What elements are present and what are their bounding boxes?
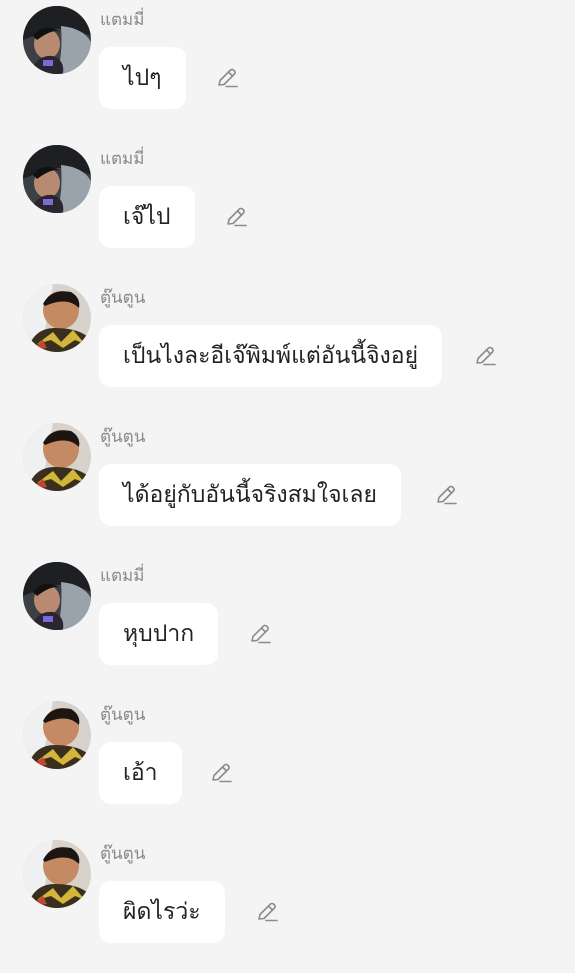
- sender-name: ตู๊นตูน: [100, 427, 146, 447]
- avatar[interactable]: [23, 701, 91, 769]
- message-bubble[interactable]: เอ้า: [99, 742, 182, 804]
- avatar-photo: [23, 284, 91, 352]
- pencil-edit-icon: [212, 763, 232, 783]
- message-row: แตมมี่ หุบปาก: [0, 556, 575, 695]
- message-bubble[interactable]: หุบปาก: [99, 603, 219, 665]
- edit-button[interactable]: [431, 480, 461, 510]
- avatar[interactable]: [23, 840, 91, 908]
- avatar[interactable]: [23, 562, 91, 630]
- sender-name: ตู๊นตูน: [100, 288, 146, 308]
- pencil-edit-icon: [251, 624, 271, 644]
- message-bubble[interactable]: เป็นไงละอีเจ๊พิมพ์แต่อันนี้จิงอยู่: [99, 325, 443, 387]
- pencil-edit-icon: [218, 68, 238, 88]
- message-bubble[interactable]: เจ๊ไป: [99, 186, 195, 248]
- avatar-photo: [23, 701, 91, 769]
- pencil-edit-icon: [437, 485, 457, 505]
- pencil-edit-icon: [227, 207, 247, 227]
- avatar-photo: [23, 6, 91, 74]
- avatar[interactable]: [23, 284, 91, 352]
- pencil-edit-icon: [258, 902, 278, 922]
- avatar[interactable]: [23, 6, 91, 74]
- message-row: ตู๊นตูน เป็นไงละอีเจ๊พิมพ์แต่อันนี้จิงอย…: [0, 278, 575, 417]
- message-row: แตมมี่ ไปๆ: [0, 0, 575, 139]
- sender-name: ตู๊นตูน: [100, 705, 146, 725]
- edit-button[interactable]: [212, 63, 242, 93]
- message-row: ตู๊นตูน เอ้า: [0, 695, 575, 834]
- avatar[interactable]: [23, 423, 91, 491]
- avatar-photo: [23, 145, 91, 213]
- avatar-photo: [23, 562, 91, 630]
- edit-button[interactable]: [206, 758, 236, 788]
- edit-button[interactable]: [252, 897, 282, 927]
- pencil-edit-icon: [476, 346, 496, 366]
- sender-name: แตมมี่: [100, 10, 145, 30]
- sender-name: แตมมี่: [100, 149, 145, 169]
- edit-button[interactable]: [470, 341, 500, 371]
- chat-message-list: แตมมี่ ไปๆ แตมมี่ เจ๊ไป ตู๊นตูน เป็นไงละ…: [0, 0, 575, 965]
- avatar-photo: [23, 840, 91, 908]
- edit-button[interactable]: [221, 202, 251, 232]
- edit-button[interactable]: [245, 619, 275, 649]
- message-row: แตมมี่ เจ๊ไป: [0, 139, 575, 278]
- message-bubble[interactable]: ไปๆ: [99, 47, 186, 109]
- avatar[interactable]: [23, 145, 91, 213]
- message-row: ตู๊นตูน ผิดไรว่ะ: [0, 834, 575, 973]
- message-bubble[interactable]: ได้อยู่กับอันนี้จริงสมใจเลย: [99, 464, 401, 526]
- sender-name: ตู๊นตูน: [100, 844, 146, 864]
- avatar-photo: [23, 423, 91, 491]
- message-row: ตู๊นตูน ได้อยู่กับอันนี้จริงสมใจเลย: [0, 417, 575, 556]
- message-bubble[interactable]: ผิดไรว่ะ: [99, 881, 225, 943]
- sender-name: แตมมี่: [100, 566, 145, 586]
